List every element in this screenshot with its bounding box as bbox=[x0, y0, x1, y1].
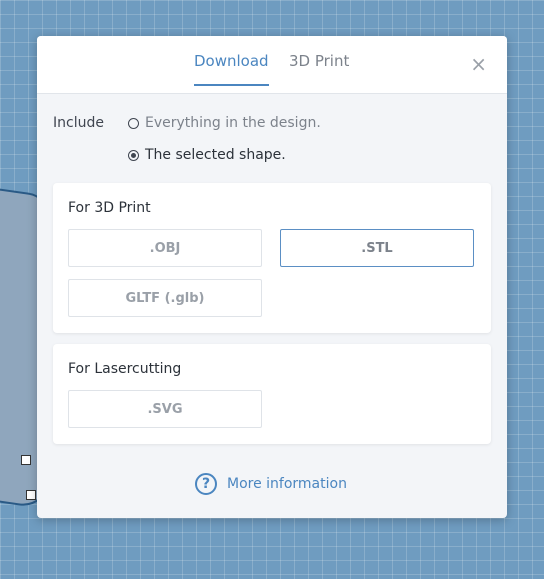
section-title: For Lasercutting bbox=[68, 361, 182, 377]
obj-button[interactable]: .OBJ bbox=[68, 229, 262, 267]
radio-unchecked-icon[interactable] bbox=[128, 117, 139, 129]
more-information-label[interactable]: More information bbox=[227, 476, 347, 492]
resize-handle[interactable] bbox=[26, 490, 36, 500]
radio-label: Everything in the design. bbox=[145, 115, 321, 131]
resize-handle[interactable] bbox=[21, 455, 31, 465]
more-information-link[interactable]: ? More information bbox=[195, 473, 347, 495]
section-lasercutting: For Lasercutting .SVG bbox=[53, 344, 491, 444]
gltf-button[interactable]: GLTF (.glb) bbox=[68, 279, 262, 317]
close-icon[interactable]: × bbox=[470, 54, 487, 74]
radio-selected-shape[interactable]: The selected shape. bbox=[128, 147, 286, 163]
include-label: Include bbox=[53, 115, 104, 131]
tab-bar: Download 3D Print × bbox=[37, 36, 507, 94]
tab-3d-print[interactable]: 3D Print bbox=[289, 52, 349, 84]
tab-download[interactable]: Download bbox=[194, 52, 269, 86]
download-dialog: Download 3D Print × Include Everything i… bbox=[37, 36, 507, 518]
section-title: For 3D Print bbox=[68, 200, 151, 216]
radio-everything[interactable]: Everything in the design. bbox=[128, 115, 321, 131]
stl-button[interactable]: .STL bbox=[280, 229, 474, 267]
section-3d-print: For 3D Print .OBJ .STL GLTF (.glb) bbox=[53, 183, 491, 333]
svg-button[interactable]: .SVG bbox=[68, 390, 262, 428]
question-circle-icon[interactable]: ? bbox=[195, 473, 217, 495]
radio-label: The selected shape. bbox=[145, 147, 286, 163]
radio-checked-icon[interactable] bbox=[128, 149, 139, 161]
